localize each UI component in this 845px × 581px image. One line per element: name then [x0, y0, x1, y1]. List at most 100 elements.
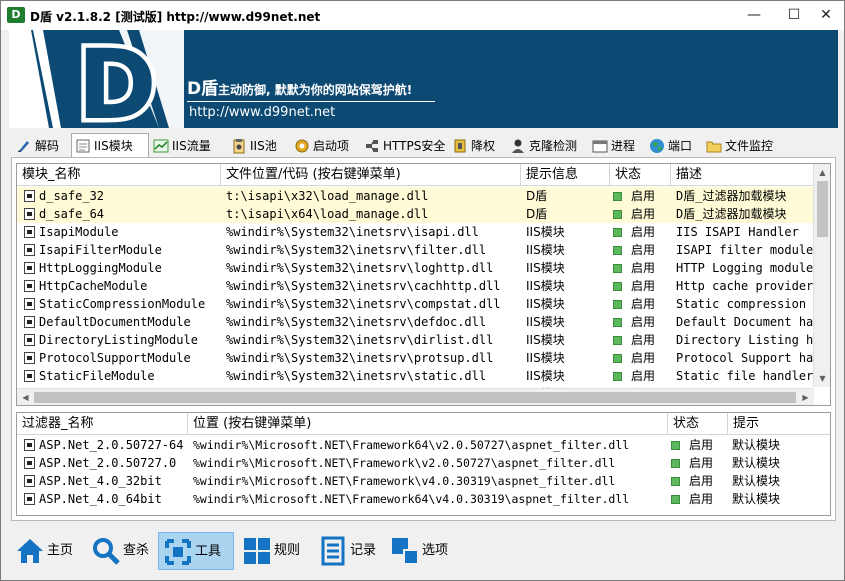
modules-vertical-scrollbar[interactable]: ▲ ▼ — [813, 164, 830, 387]
tab-https-security[interactable]: HTTPS安全 — [361, 134, 445, 158]
column-header-description[interactable]: 描述 — [671, 164, 814, 186]
module-path-cell: %windir%\System32\inetsrv\loghttp.dll — [226, 261, 494, 275]
filter-path-cell: %windir%\Microsoft.NET\Framework64\v4.0.… — [193, 492, 630, 506]
module-info-cell: IIS模块 — [526, 369, 565, 383]
table-row[interactable]: HttpCacheModule %windir%\System32\inetsrv… — [17, 277, 830, 295]
tab-startup[interactable]: 启动项 — [291, 134, 349, 158]
column-header-hint[interactable]: 提示 — [728, 413, 830, 435]
module-name-cell: IsapiModule — [39, 225, 119, 239]
table-row[interactable]: d_safe_64 t:\isapi\x64\load_manage.dll D盾 启… — [17, 205, 830, 223]
status-indicator-icon — [613, 210, 622, 219]
module-name-cell: HttpLoggingModule — [39, 261, 162, 275]
module-description-cell: Http cache provider — [676, 279, 814, 293]
module-name-cell: StaticFileModule — [39, 369, 155, 383]
module-file-icon — [24, 334, 35, 346]
minimize-button[interactable]: — — [739, 1, 769, 30]
app-window: D D盾 v2.1.8.2 [测试版] http://www.d99net.ne… — [0, 0, 845, 581]
module-name-cell: IsapiFilterModule — [39, 243, 162, 257]
title-bar: D D盾 v2.1.8.2 [测试版] http://www.d99net.ne… — [1, 1, 844, 30]
tab-iis-pool[interactable]: IIS池 — [228, 134, 277, 158]
tab-iis-traffic[interactable]: IIS流量 — [150, 134, 211, 158]
close-button[interactable]: ✕ — [811, 1, 841, 30]
maximize-icon: ☐ — [787, 7, 801, 23]
tab-ports[interactable]: 端口 — [646, 134, 692, 158]
tab-decode[interactable]: 解码 — [13, 134, 59, 158]
modules-table-header: 模块_名称 文件位置/代码 (按右键弹菜单) 提示信息 状态 描述 — [17, 164, 830, 186]
status-indicator-icon — [613, 372, 622, 381]
table-row[interactable]: ASP.Net_2.0.50727.0 %windir%\Microsoft.NE… — [17, 454, 830, 472]
tab-iis-modules[interactable]: IIS模块 — [71, 133, 149, 159]
scroll-left-arrow-icon[interactable]: ◀ — [17, 389, 34, 405]
nav-scan[interactable]: 查杀 — [87, 532, 159, 570]
filter-name-cell: ASP.Net_4.0_32bit — [39, 474, 162, 488]
tab-clone-detection[interactable]: 克隆检测 — [507, 134, 577, 158]
scroll-right-arrow-icon[interactable]: ▶ — [797, 389, 814, 405]
column-header-file-path[interactable]: 文件位置/代码 (按右键弹菜单) — [221, 164, 521, 186]
table-row[interactable]: ASP.Net_2.0.50727-64 %windir%\Microsoft.N… — [17, 436, 830, 454]
table-row[interactable]: StaticCompressionModule %windir%\System32… — [17, 295, 830, 313]
table-row[interactable]: ASP.Net_4.0_64bit %windir%\Microsoft.NET\… — [17, 490, 830, 508]
window-title: D盾 v2.1.8.2 [测试版] http://www.d99net.net — [30, 10, 321, 24]
table-row[interactable]: DirectoryListingModule %windir%\System32\… — [17, 331, 830, 349]
tab-privilege-drop[interactable]: 降权 — [449, 134, 495, 158]
scroll-up-arrow-icon[interactable]: ▲ — [814, 164, 830, 181]
column-header-status[interactable]: 状态 — [610, 164, 671, 186]
table-row[interactable]: StaticFileModule %windir%\System32\inetsr… — [17, 367, 830, 385]
module-status-cell: 启用 — [613, 331, 671, 349]
status-indicator-icon — [613, 246, 622, 255]
table-row[interactable]: ProtocolSupportModule %windir%\System32\i… — [17, 349, 830, 367]
filter-file-icon — [24, 475, 35, 487]
module-status-cell: 启用 — [613, 259, 671, 277]
module-description-cell: D盾_过滤器加载模块 — [676, 189, 787, 203]
nav-options[interactable]: 选项 — [386, 532, 460, 570]
brand-url[interactable]: http://www.d99net.net — [189, 105, 335, 120]
close-icon: ✕ — [820, 7, 832, 23]
scroll-thumb[interactable] — [817, 181, 828, 237]
filter-name-cell: ASP.Net_2.0.50727.0 — [39, 456, 177, 470]
table-row[interactable]: d_safe_32 t:\isapi\x32\load_manage.dll D盾 启… — [17, 187, 830, 205]
filter-file-icon — [24, 439, 35, 451]
minimize-icon: — — [747, 7, 761, 23]
nav-tools[interactable]: 工具 — [158, 532, 234, 570]
table-row[interactable]: HttpLoggingModule %windir%\System32\inets… — [17, 259, 830, 277]
table-row[interactable]: DefaultDocumentModule %windir%\System32\i… — [17, 313, 830, 331]
module-description-cell: Default Document handler — [676, 315, 814, 329]
window-icon — [592, 140, 608, 153]
status-indicator-icon — [671, 441, 680, 450]
module-status-cell: 启用 — [613, 313, 671, 331]
filter-path-cell: %windir%\Microsoft.NET\Framework\v2.0.50… — [193, 456, 616, 470]
module-status-cell: 启用 — [613, 187, 671, 205]
module-path-cell: t:\isapi\x64\load_manage.dll — [226, 207, 429, 221]
module-path-cell: %windir%\System32\inetsrv\defdoc.dll — [226, 315, 487, 329]
tab-label: IIS流量 — [172, 139, 211, 153]
table-row[interactable]: ASP.Net_4.0_32bit %windir%\Microsoft.NET\… — [17, 472, 830, 490]
magnifier-icon — [93, 538, 120, 565]
clipboard-icon — [233, 139, 245, 154]
table-row[interactable]: IsapiFilterModule %windir%\System32\inets… — [17, 241, 830, 259]
module-description-cell: IIS ISAPI Handler — [676, 225, 799, 239]
column-header-filter-name[interactable]: 过滤器_名称 — [17, 413, 188, 435]
scroll-down-arrow-icon[interactable]: ▼ — [814, 370, 830, 387]
column-header-info[interactable]: 提示信息 — [521, 164, 610, 186]
column-header-module-name[interactable]: 模块_名称 — [17, 164, 221, 186]
module-name-cell: d_safe_64 — [39, 207, 105, 221]
column-header-location[interactable]: 位置 (按右键弹菜单) — [188, 413, 668, 435]
chart-icon — [153, 139, 169, 153]
scroll-thumb[interactable] — [34, 392, 796, 403]
column-header-status[interactable]: 状态 — [668, 413, 728, 435]
module-description-cell: Protocol Support handler — [676, 351, 814, 365]
tab-processes[interactable]: 进程 — [589, 134, 635, 158]
modules-horizontal-scrollbar[interactable]: ◀ ▶ — [17, 388, 814, 405]
nav-rules[interactable]: 规则 — [238, 532, 310, 570]
tab-file-monitor[interactable]: 文件监控 — [703, 134, 773, 158]
module-description-cell: Static compression module — [676, 297, 814, 311]
table-row[interactable]: IsapiModule %windir%\System32\inetsrv\isa… — [17, 223, 830, 241]
document-icon — [76, 139, 90, 153]
maximize-button[interactable]: ☐ — [779, 1, 809, 30]
module-status-cell: 启用 — [613, 367, 671, 385]
module-path-cell: %windir%\System32\inetsrv\isapi.dll — [226, 225, 479, 239]
tab-label: 解码 — [35, 139, 60, 153]
module-path-cell: %windir%\System32\inetsrv\cachhttp.dll — [226, 279, 501, 293]
nav-home[interactable]: 主页 — [11, 532, 81, 570]
nav-logs[interactable]: 记录 — [314, 532, 386, 570]
